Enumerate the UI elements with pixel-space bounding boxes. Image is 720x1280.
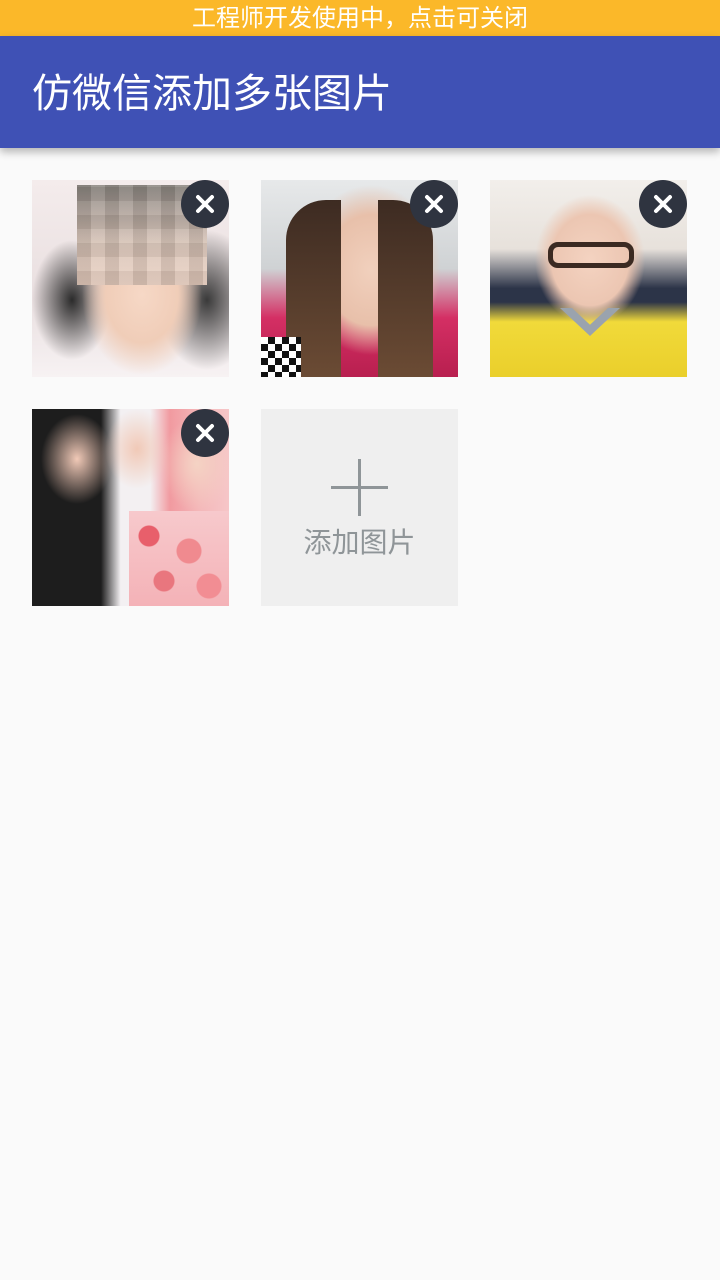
add-image-label: 添加图片 bbox=[303, 526, 416, 559]
add-image-button[interactable]: 添加图片 bbox=[261, 409, 458, 606]
photo-tile-1[interactable] bbox=[32, 180, 229, 377]
photo-tile-2[interactable] bbox=[261, 180, 458, 377]
image-grid: 添加图片 bbox=[0, 0, 720, 1280]
remove-photo-button[interactable] bbox=[181, 409, 229, 457]
remove-photo-button[interactable] bbox=[181, 180, 229, 228]
close-icon bbox=[196, 424, 214, 442]
remove-photo-button[interactable] bbox=[410, 180, 458, 228]
plus-icon bbox=[331, 459, 388, 516]
remove-photo-button[interactable] bbox=[639, 180, 687, 228]
close-icon bbox=[196, 195, 214, 213]
close-icon bbox=[425, 195, 443, 213]
close-icon bbox=[654, 195, 672, 213]
photo-tile-4[interactable] bbox=[32, 409, 229, 606]
photo-tile-3[interactable] bbox=[490, 180, 687, 377]
